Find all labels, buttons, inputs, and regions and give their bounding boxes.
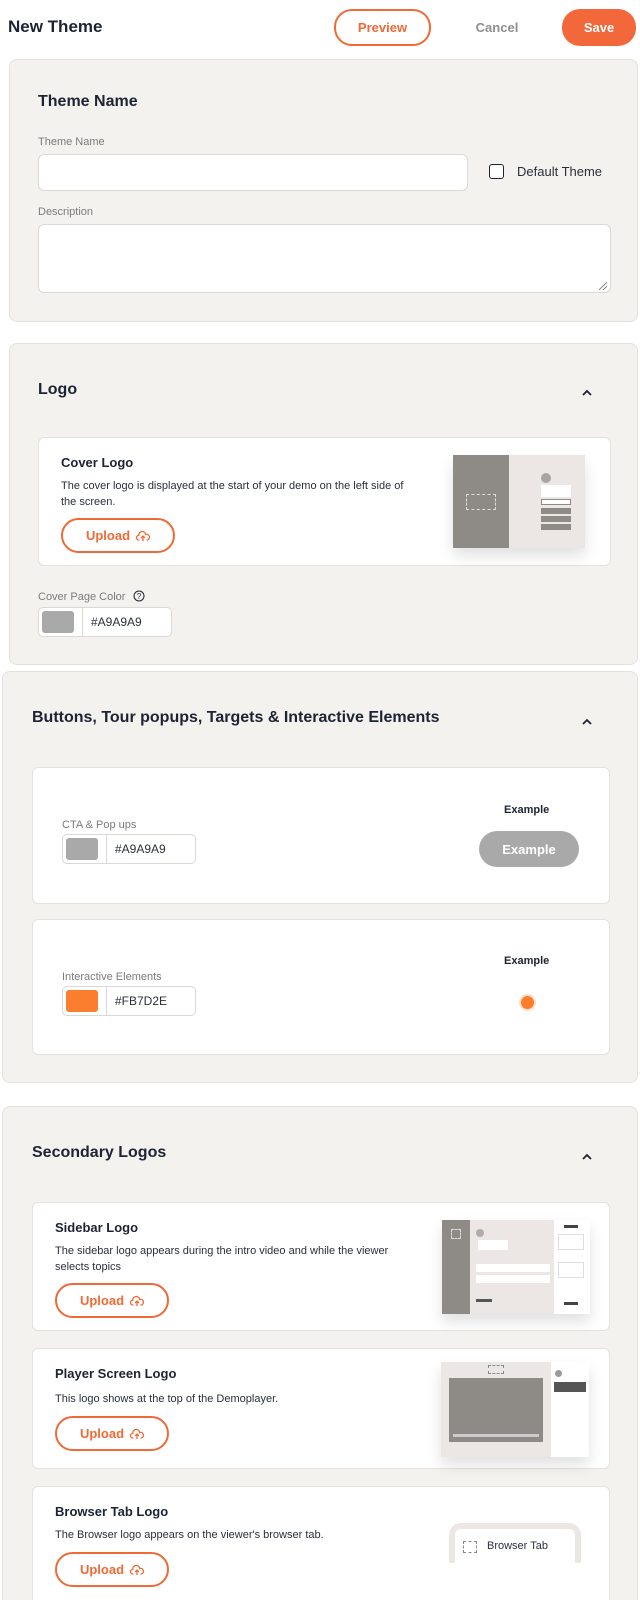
cloud-upload-icon: [130, 1564, 145, 1575]
upload-label: Upload: [79, 1426, 125, 1441]
color-swatch[interactable]: [66, 990, 98, 1012]
interactive-elements-label: Interactive Elements: [62, 971, 162, 983]
player-screen-logo-title: Player Screen Logo: [55, 1366, 177, 1381]
save-button[interactable]: Save: [562, 9, 636, 46]
cover-page-color-label-text: Cover Page Color: [38, 591, 126, 603]
cover-page-color-value[interactable]: #A9A9A9: [82, 607, 142, 637]
buttons-panel: Buttons, Tour popups, Targets & Interact…: [2, 671, 638, 1083]
page-title: New Theme: [8, 17, 103, 36]
secondary-logos-panel: Secondary Logos Sidebar Logo The sidebar…: [2, 1106, 638, 1600]
sidebar-logo-upload-button[interactable]: Upload: [55, 1283, 169, 1318]
description-textarea[interactable]: [38, 224, 611, 293]
theme-name-label: Theme Name: [38, 136, 105, 148]
cloud-upload-icon: [130, 1295, 145, 1306]
resize-handle-icon[interactable]: [599, 282, 607, 290]
theme-name-input[interactable]: [38, 154, 468, 191]
upload-label: Upload: [79, 1293, 125, 1308]
browser-tab-logo-card: Browser Tab Logo The Browser logo appear…: [32, 1486, 610, 1600]
interactive-color-value[interactable]: #FB7D2E: [106, 986, 167, 1016]
cta-example-heading: Example: [504, 804, 550, 816]
interactive-example-dot: [521, 996, 534, 1009]
chevron-up-icon[interactable]: [580, 386, 594, 400]
cta-color-field[interactable]: #A9A9A9: [62, 834, 196, 864]
player-screen-logo-description: This logo shows at the top of the Demopl…: [55, 1393, 279, 1405]
svg-text:?: ?: [136, 592, 141, 601]
cta-example-button: Example: [479, 831, 579, 867]
cloud-upload-icon: [136, 530, 151, 541]
cta-color-value[interactable]: #A9A9A9: [106, 834, 166, 864]
preview-button[interactable]: Preview: [334, 9, 431, 46]
sidebar-logo-description: The sidebar logo appears during the intr…: [55, 1245, 389, 1273]
color-swatch[interactable]: [66, 838, 98, 860]
cover-logo-card: Cover Logo The cover logo is displayed a…: [38, 437, 611, 566]
top-bar: New Theme Preview Cancel Save: [0, 0, 640, 54]
browser-tab-logo-upload-button[interactable]: Upload: [55, 1552, 169, 1587]
color-swatch[interactable]: [42, 611, 74, 633]
cover-page-color-label: Cover Page Color ?: [38, 590, 145, 603]
upload-label: Upload: [85, 528, 131, 543]
chevron-up-icon[interactable]: [580, 1150, 594, 1164]
cloud-upload-icon: [130, 1428, 145, 1439]
browser-tab-logo-placeholder: [463, 1541, 477, 1553]
cover-logo-title: Cover Logo: [61, 455, 134, 470]
secondary-logos-section-title: Secondary Logos: [32, 1144, 167, 1161]
sidebar-logo-card: Sidebar Logo The sidebar logo appears du…: [32, 1202, 610, 1331]
cover-logo-illustration: [453, 455, 585, 548]
interactive-elements-card: Interactive Elements #FB7D2E Example: [32, 919, 610, 1055]
description-label: Description: [38, 206, 94, 218]
cta-label: CTA & Pop ups: [62, 819, 137, 831]
player-screen-logo-card: Player Screen Logo This logo shows at th…: [32, 1348, 610, 1469]
help-icon[interactable]: ?: [133, 590, 145, 602]
default-theme-checkbox[interactable]: [489, 164, 504, 179]
interactive-example-heading: Example: [504, 955, 550, 967]
browser-tab-logo-description: The Browser logo appears on the viewer's…: [55, 1529, 324, 1541]
logo-panel: Logo Cover Logo The cover logo is displa…: [9, 343, 638, 665]
chevron-up-icon[interactable]: [580, 715, 594, 729]
upload-label: Upload: [79, 1562, 125, 1577]
cover-logo-description: The cover logo is displayed at the start…: [61, 480, 404, 508]
theme-name-section-title: Theme Name: [38, 93, 138, 110]
browser-tab-illustration: Browser Tab: [449, 1523, 581, 1563]
player-screen-illustration: [441, 1362, 589, 1457]
sidebar-logo-title: Sidebar Logo: [55, 1220, 139, 1235]
browser-tab-logo-title: Browser Tab Logo: [55, 1504, 169, 1519]
interactive-color-field[interactable]: #FB7D2E: [62, 986, 196, 1016]
buttons-section-title: Buttons, Tour popups, Targets & Interact…: [32, 709, 440, 726]
cta-card: CTA & Pop ups #A9A9A9 Example Example: [32, 767, 610, 904]
theme-name-panel: Theme Name Theme Name Default Theme Desc…: [9, 59, 638, 322]
sidebar-logo-illustration: [442, 1220, 590, 1314]
cover-logo-upload-button[interactable]: Upload: [61, 518, 175, 553]
player-screen-logo-upload-button[interactable]: Upload: [55, 1416, 169, 1451]
cover-page-color-field[interactable]: #A9A9A9: [38, 607, 172, 637]
browser-tab-label: Browser Tab: [487, 1540, 548, 1552]
cancel-button[interactable]: Cancel: [462, 9, 532, 46]
default-theme-label: Default Theme: [517, 164, 603, 179]
logo-section-title: Logo: [38, 381, 78, 398]
